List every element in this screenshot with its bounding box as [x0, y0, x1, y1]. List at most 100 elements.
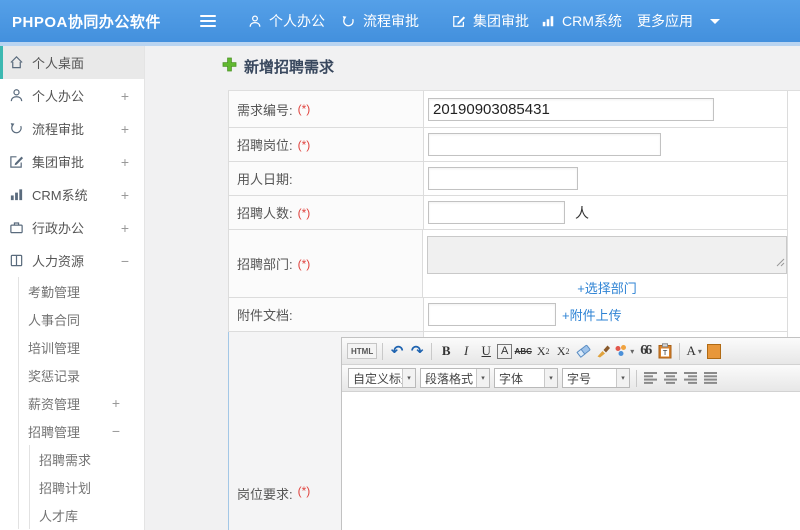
- headcount-unit: 人: [575, 204, 589, 221]
- edit-square-icon: [9, 154, 24, 169]
- recruitment-submenu: 招聘需求 招聘计划 人才库: [29, 445, 144, 529]
- person-icon: [248, 14, 262, 29]
- sidebar-item-recruitment[interactable]: 招聘管理 −: [19, 417, 144, 445]
- hamburger-icon: [200, 12, 216, 30]
- nav-personal-office[interactable]: 个人办公: [248, 0, 325, 42]
- font-family-dropdown[interactable]: 字体 ▾: [494, 368, 558, 388]
- demand-number-input[interactable]: [428, 97, 714, 121]
- hr-submenu: 考勤管理 人事合同 培训管理 奖惩记录 薪资管理 + 招聘管理 − 招聘需求 招…: [18, 277, 144, 529]
- nav-more-apps[interactable]: 更多应用: [637, 0, 720, 42]
- paintbrush-icon[interactable]: [594, 341, 612, 361]
- redo-icon[interactable]: ↷: [408, 341, 426, 361]
- expand-plus-icon[interactable]: +: [121, 145, 129, 178]
- align-right-icon[interactable]: [682, 368, 700, 388]
- department-textarea[interactable]: [427, 236, 787, 274]
- nav-label: 流程审批: [363, 13, 419, 29]
- nav-label: 个人办公: [269, 13, 325, 29]
- required-mark: (*): [297, 484, 311, 498]
- hire-date-input[interactable]: [428, 167, 578, 190]
- sidebar-item-label: 集团审批: [32, 155, 85, 170]
- app-logo: PHPOA协同办公软件: [12, 13, 161, 31]
- nav-workflow-approval[interactable]: 流程审批: [341, 0, 419, 42]
- caret-down-icon: ▾: [476, 369, 489, 387]
- collapse-minus-icon[interactable]: −: [112, 417, 120, 445]
- caret-down-icon: ▾: [616, 369, 629, 387]
- eraser-icon[interactable]: [574, 341, 592, 361]
- sidebar-item-label: 行政办公: [32, 221, 85, 236]
- field-label: 招聘部门: (*): [229, 230, 423, 297]
- font-border-button[interactable]: A: [497, 343, 513, 359]
- nav-group-approval[interactable]: 集团审批: [452, 0, 529, 42]
- bar-chart-icon: [9, 187, 24, 202]
- sidebar-item-training[interactable]: 培训管理: [19, 333, 144, 361]
- plus-icon: [222, 57, 237, 77]
- sidebar-item-rewards[interactable]: 奖惩记录: [19, 361, 144, 389]
- sidebar-item-personal-desktop[interactable]: 个人桌面: [0, 46, 144, 79]
- sidebar-item-salary[interactable]: 薪资管理 +: [19, 389, 144, 417]
- sidebar-item-personal-office[interactable]: 个人办公 +: [0, 79, 144, 112]
- align-center-icon[interactable]: [662, 368, 680, 388]
- attachment-input[interactable]: [428, 303, 556, 326]
- form-row: 需求编号: (*): [228, 91, 788, 128]
- sidebar-item-recruit-demand[interactable]: 招聘需求: [30, 445, 144, 473]
- edit-square-icon: [452, 14, 466, 28]
- caret-down-icon: ▾: [544, 369, 557, 387]
- expand-plus-icon[interactable]: +: [121, 211, 129, 244]
- expand-plus-icon[interactable]: +: [121, 79, 129, 112]
- sidebar-item-hr-contract[interactable]: 人事合同: [19, 305, 144, 333]
- sidebar-item-label: 人力资源: [32, 254, 85, 269]
- sidebar-item-group-approval[interactable]: 集团审批 +: [0, 145, 144, 178]
- page-title: 新增招聘需求: [222, 56, 334, 77]
- bar-chart-icon: [541, 14, 555, 28]
- sidebar-item-human-resources[interactable]: 人力资源 −: [0, 244, 144, 277]
- sidebar: 个人桌面 个人办公 + 流程审批 + 集团审批 + CRM系统 + 行政办公 +…: [0, 46, 145, 530]
- expand-plus-icon[interactable]: +: [112, 389, 120, 417]
- select-department-link[interactable]: +选择部门: [577, 278, 637, 297]
- html-source-button[interactable]: HTML: [347, 343, 378, 359]
- underline-button[interactable]: U: [477, 341, 495, 361]
- form-row: 招聘部门: (*) +选择部门: [228, 230, 788, 298]
- sidebar-item-workflow-approval[interactable]: 流程审批 +: [0, 112, 144, 145]
- nav-crm-system[interactable]: CRM系统: [541, 0, 622, 42]
- expand-plus-icon[interactable]: +: [121, 112, 129, 145]
- menu-toggle-button[interactable]: [200, 0, 216, 42]
- nav-label: CRM系统: [562, 13, 622, 29]
- sidebar-item-label: CRM系统: [32, 188, 88, 203]
- field-label: 招聘岗位: (*): [229, 128, 424, 161]
- sidebar-item-attendance[interactable]: 考勤管理: [19, 277, 144, 305]
- expand-plus-icon[interactable]: +: [121, 178, 129, 211]
- main-content: 新增招聘需求 需求编号: (*) 招聘岗位: (*) 用人日期: 招聘人数:: [145, 46, 800, 530]
- undo-icon[interactable]: ↶: [388, 341, 406, 361]
- sidebar-item-crm-system[interactable]: CRM系统 +: [0, 178, 144, 211]
- collapse-minus-icon[interactable]: −: [121, 244, 129, 277]
- required-mark: (*): [297, 256, 311, 271]
- italic-button[interactable]: I: [457, 341, 475, 361]
- sidebar-item-admin-office[interactable]: 行政办公 +: [0, 211, 144, 244]
- superscript-button[interactable]: X2: [534, 341, 552, 361]
- editor-content-area[interactable]: [342, 392, 800, 530]
- required-mark: (*): [297, 137, 311, 152]
- paragraph-format-dropdown[interactable]: 段落格式 ▾: [420, 368, 490, 388]
- sidebar-item-recruit-plan[interactable]: 招聘计划: [30, 473, 144, 501]
- format-match-icon[interactable]: ▾: [614, 341, 634, 361]
- font-size-dropdown[interactable]: 字号 ▾: [562, 368, 630, 388]
- font-color-button[interactable]: A ▾: [685, 341, 703, 361]
- sidebar-item-talent-pool[interactable]: 人才库: [30, 501, 144, 529]
- flow-arrow-icon: [9, 121, 24, 136]
- subscript-button[interactable]: X2: [554, 341, 572, 361]
- paste-clipboard-icon[interactable]: T: [656, 341, 674, 361]
- strikethrough-button[interactable]: ABC: [514, 341, 532, 361]
- background-color-icon[interactable]: [705, 341, 723, 361]
- recruit-position-input[interactable]: [428, 133, 661, 156]
- custom-title-dropdown[interactable]: 自定义标题 ▾: [348, 368, 416, 388]
- align-justify-icon[interactable]: [702, 368, 720, 388]
- align-left-icon[interactable]: [642, 368, 660, 388]
- blockquote-button[interactable]: 66: [636, 341, 654, 361]
- headcount-input[interactable]: [428, 201, 565, 224]
- attachment-upload-link[interactable]: +附件上传: [562, 305, 622, 324]
- form-row: 用人日期:: [228, 162, 788, 196]
- nav-label: 集团审批: [473, 13, 529, 29]
- resize-grip-icon[interactable]: [776, 254, 785, 272]
- bold-button[interactable]: B: [437, 341, 455, 361]
- required-mark: (*): [297, 205, 311, 220]
